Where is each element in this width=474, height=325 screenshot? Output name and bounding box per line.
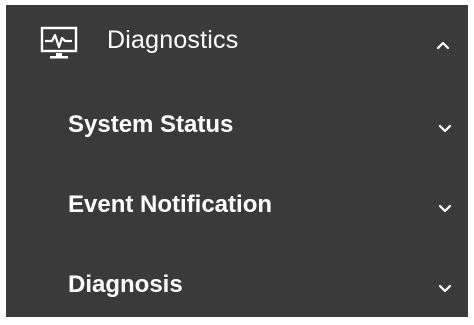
menu-item-label: Event Notification bbox=[68, 191, 273, 218]
menu-header-title: Diagnostics bbox=[107, 26, 239, 54]
menu-header-diagnostics[interactable]: Diagnostics bbox=[6, 5, 468, 77]
menu-item-system-status[interactable]: System Status bbox=[6, 85, 468, 165]
chevron-down-icon[interactable] bbox=[437, 202, 453, 214]
chevron-down-icon[interactable] bbox=[437, 282, 453, 294]
chevron-down-icon[interactable] bbox=[437, 122, 453, 134]
menu-item-label: System Status bbox=[68, 111, 234, 138]
menu-item-diagnosis[interactable]: Diagnosis bbox=[6, 245, 468, 325]
menu-item-event-notification[interactable]: Event Notification bbox=[6, 165, 468, 245]
menu-item-label: Diagnosis bbox=[68, 271, 183, 298]
monitor-pulse-icon bbox=[40, 26, 78, 60]
chevron-up-icon[interactable] bbox=[435, 38, 451, 50]
diagnostics-menu: Diagnostics System Status Event Notifica… bbox=[6, 5, 468, 317]
